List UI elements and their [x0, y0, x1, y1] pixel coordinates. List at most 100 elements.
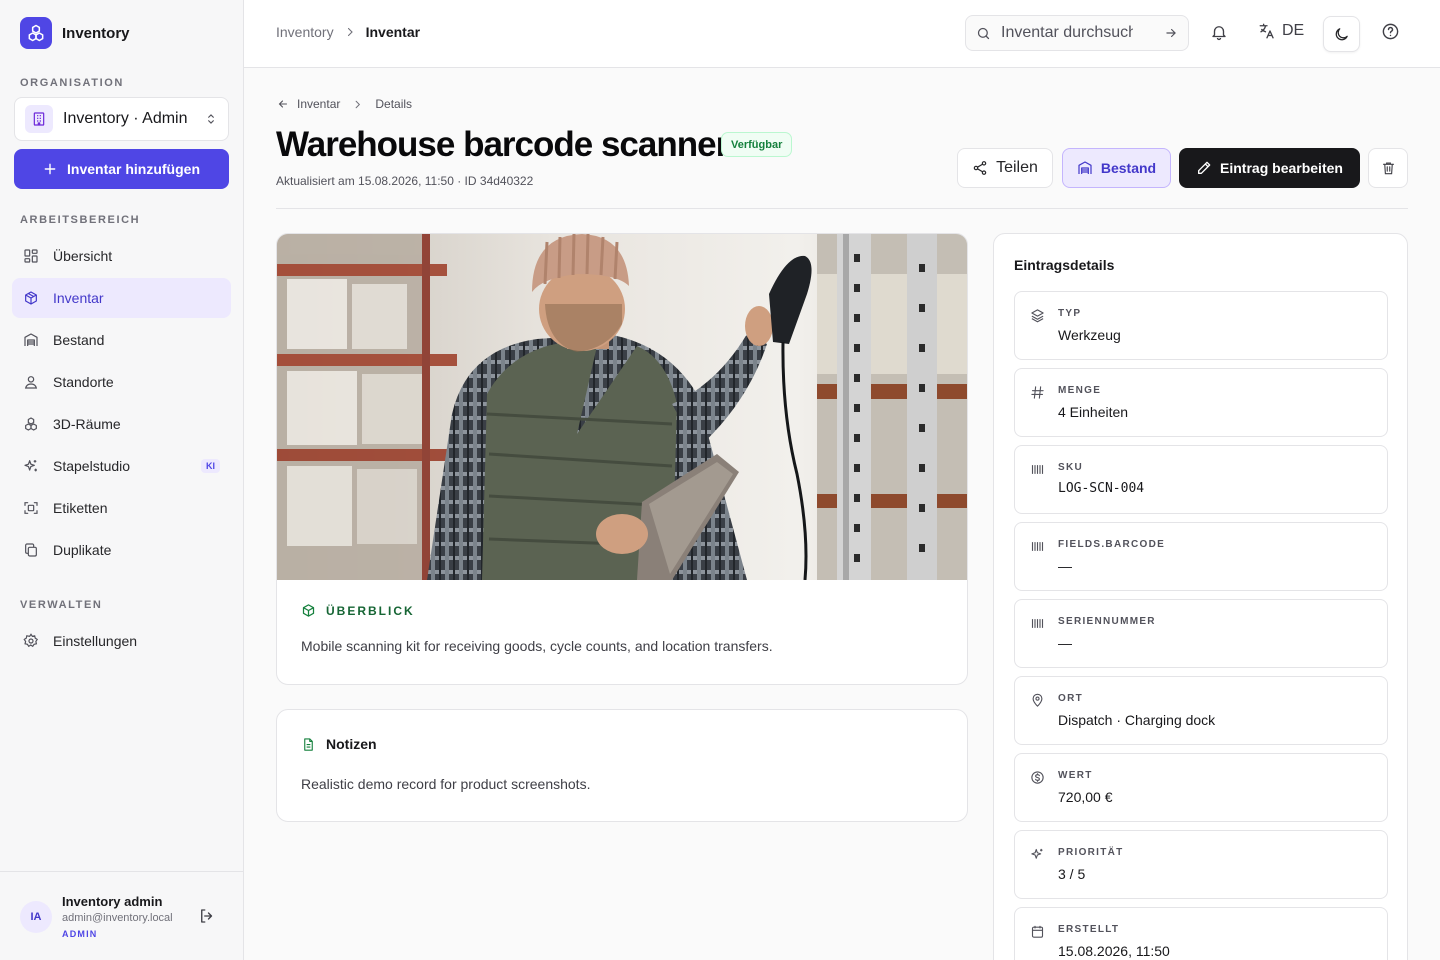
sidebar-item-label: Duplikate [53, 542, 112, 558]
sidebar-item-locations[interactable]: Standorte [12, 362, 231, 402]
breadcrumb-current: Inventar [365, 24, 421, 40]
app-name: Inventory [62, 24, 130, 42]
breadcrumb-parent[interactable]: Inventory [276, 24, 334, 40]
detail-value: Dispatch · Charging dock [1058, 712, 1216, 728]
share-label: Teilen [996, 159, 1038, 176]
scan-icon [23, 500, 39, 516]
sidebar-item-overview[interactable]: Übersicht [12, 236, 231, 276]
manage-nav: Einstellungen [12, 621, 231, 663]
chevron-right-icon [344, 26, 356, 38]
layers-icon [1030, 308, 1045, 323]
language-code: DE [1282, 22, 1305, 39]
app-logo-icon [20, 17, 52, 49]
hash-icon [1030, 385, 1045, 400]
language-switcher[interactable]: DE [1258, 22, 1304, 40]
barcode-icon [1030, 539, 1045, 554]
moon-icon [1333, 26, 1350, 43]
search-box[interactable] [965, 15, 1189, 51]
share-icon [972, 160, 988, 176]
arrow-right-icon[interactable] [1164, 26, 1178, 40]
detail-row-serial: SERIENNUMMER — [1014, 599, 1388, 668]
workspace-section-label: ARBEITSBEREICH [20, 214, 141, 226]
sparkles-icon [1030, 847, 1045, 862]
page-meta: Aktualisiert am 15.08.2026, 11:50 · ID 3… [276, 174, 534, 188]
sidebar-item-label: Stapelstudio [53, 458, 131, 474]
workspace-nav: Übersicht Inventar Bestand Standorte 3D-… [12, 236, 231, 572]
detail-row-value: WERT 720,00 € [1014, 753, 1388, 822]
sidebar-item-label: 3D-Räume [53, 416, 121, 432]
detail-label: MENGE [1058, 385, 1102, 396]
sidebar-item-inventory[interactable]: Inventar [12, 278, 231, 318]
grid-icon [23, 248, 39, 264]
notes-card: Notizen Realistic demo record for produc… [276, 709, 968, 822]
crumb-current: Details [375, 97, 413, 111]
pencil-icon [1196, 160, 1212, 176]
manage-section-label: VERWALTEN [20, 599, 103, 611]
plus-icon [43, 162, 57, 176]
item-image-card: ÜBERBLICK Mobile scanning kit for receiv… [276, 233, 968, 685]
detail-value: — [1058, 635, 1072, 651]
notes-title: Notizen [326, 736, 377, 752]
barcode-icon [1030, 462, 1045, 477]
detail-value: — [1058, 558, 1072, 574]
item-photo[interactable] [277, 234, 968, 580]
sidebar-item-batch-studio[interactable]: Stapelstudio KI [12, 446, 231, 486]
sidebar-item-settings[interactable]: Einstellungen [12, 621, 231, 661]
sidebar-item-label: Etiketten [53, 500, 108, 516]
gear-icon [23, 633, 39, 649]
back-link[interactable]: Inventar [297, 97, 340, 111]
page-breadcrumb: Inventar Details [277, 97, 412, 111]
edit-entry-button[interactable]: Eintrag bearbeiten [1179, 148, 1360, 188]
sidebar-item-label: Standorte [53, 374, 114, 390]
detail-value: 720,00 € [1058, 789, 1113, 805]
add-inventory-button[interactable]: Inventar hinzufügen [14, 149, 229, 189]
sidebar-item-label: Bestand [53, 332, 105, 348]
detail-value: Werkzeug [1058, 327, 1121, 343]
sidebar-item-label: Einstellungen [53, 633, 138, 649]
detail-value: 4 Einheiten [1058, 404, 1129, 420]
sparkles-icon [23, 458, 39, 474]
sidebar-item-duplicates[interactable]: Duplikate [12, 530, 231, 570]
user-panel: IA Inventory admin admin@inventory.local… [0, 871, 243, 960]
detail-value: LOG-SCN-004 [1058, 481, 1145, 496]
barcode-icon [1030, 616, 1045, 631]
chevron-right-icon [352, 99, 363, 110]
theme-toggle-button[interactable] [1323, 16, 1360, 52]
file-text-icon [301, 737, 316, 752]
chevrons-up-down-icon [204, 112, 218, 126]
detail-label: ERSTELLT [1058, 924, 1120, 935]
warehouse-icon [23, 332, 39, 348]
detail-label: SKU [1058, 462, 1084, 473]
logout-icon[interactable] [198, 907, 216, 925]
stock-button[interactable]: Bestand [1062, 148, 1171, 188]
sidebar-item-stock[interactable]: Bestand [12, 320, 231, 360]
brand[interactable]: Inventory [20, 17, 130, 49]
user-role: ADMIN [62, 929, 98, 939]
detail-row-barcode: FIELDS.BARCODE — [1014, 522, 1388, 591]
translate-icon [1258, 22, 1276, 40]
header-divider [276, 208, 1408, 209]
help-icon[interactable] [1381, 22, 1400, 41]
cubes-icon [23, 416, 39, 432]
detail-row-type: TYP Werkzeug [1014, 291, 1388, 360]
currency-icon [1030, 770, 1045, 785]
add-inventory-label: Inventar hinzufügen [67, 161, 200, 177]
status-badge: Verfügbar [721, 132, 793, 157]
share-button[interactable]: Teilen [957, 148, 1053, 188]
sidebar-item-3d-rooms[interactable]: 3D-Räume [12, 404, 231, 444]
avatar[interactable]: IA [20, 901, 52, 933]
delete-button[interactable] [1368, 148, 1408, 188]
user-name: Inventory admin [62, 894, 163, 909]
sidebar-item-labels[interactable]: Etiketten [12, 488, 231, 528]
search-input[interactable] [1001, 24, 1133, 42]
arrow-left-icon[interactable] [277, 98, 289, 110]
notes-heading: Notizen [301, 736, 377, 752]
detail-label: SERIENNUMMER [1058, 616, 1156, 627]
detail-label: ORT [1058, 693, 1084, 704]
bell-icon[interactable] [1210, 22, 1228, 42]
package-icon [301, 603, 316, 618]
org-selector[interactable]: Inventory · Admin [14, 97, 229, 141]
org-name: Inventory · Admin [63, 110, 188, 127]
overview-text: Mobile scanning kit for receiving goods,… [301, 638, 773, 654]
ai-badge: KI [201, 459, 220, 473]
